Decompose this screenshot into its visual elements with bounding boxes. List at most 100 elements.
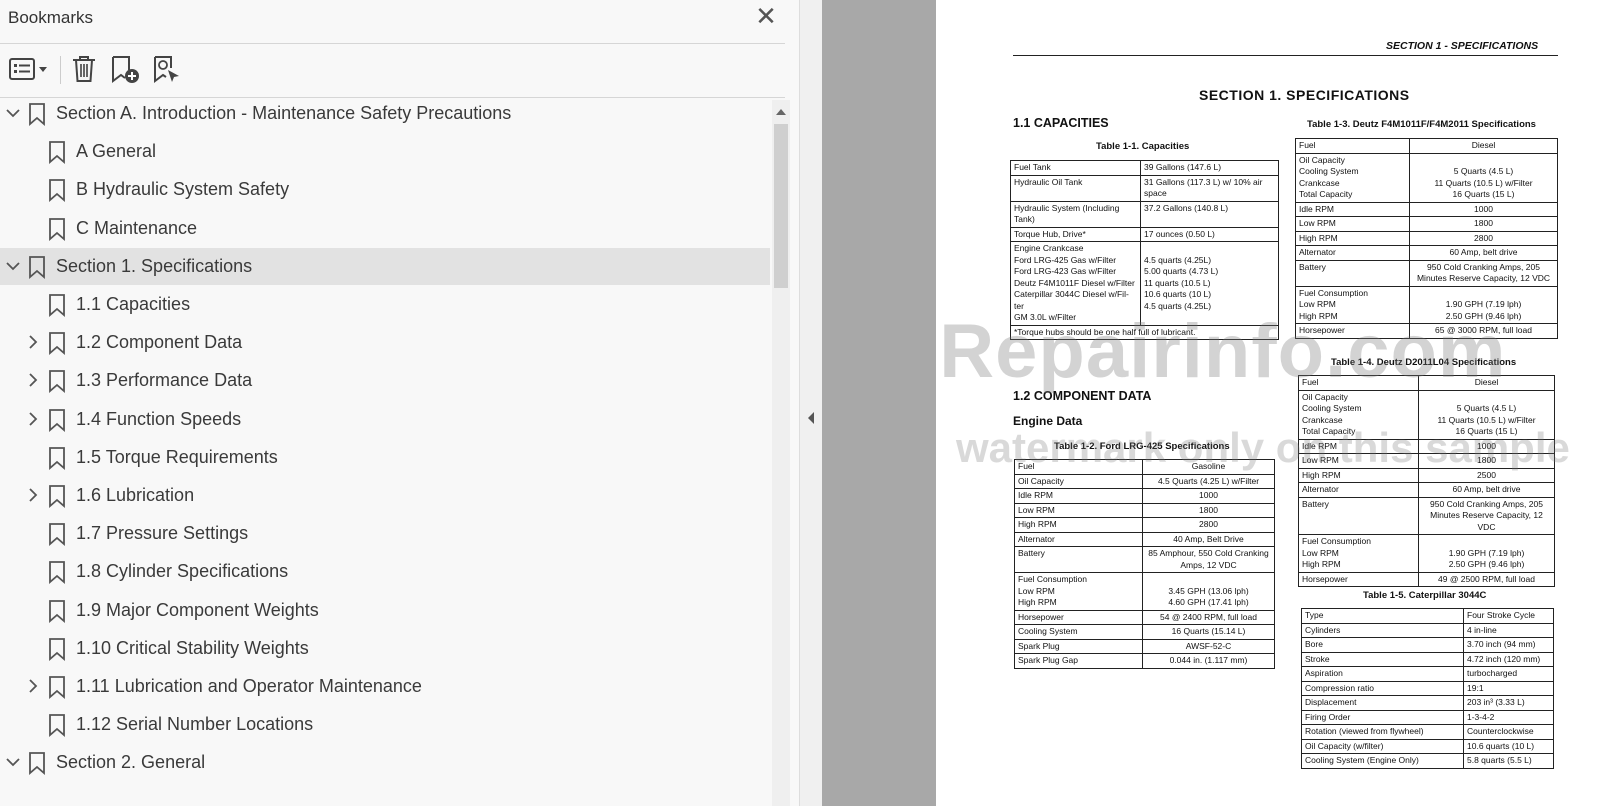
bookmark-item[interactable]: 1.5 Torque Requirements — [0, 439, 770, 476]
table-cell: 2800 — [1142, 517, 1275, 533]
table-cell: 950 Cold Cranking Amps, 205 Minutes Rese… — [1418, 496, 1555, 535]
bookmark-item[interactable]: 1.11 Lubrication and Operator Maintenanc… — [0, 668, 770, 705]
find-current-bookmark-icon[interactable] — [152, 54, 182, 84]
bookmark-item[interactable]: 1.2 Component Data — [0, 324, 770, 361]
table-row: Alternator 60 Amp, belt drive — [1298, 482, 1555, 498]
table-cell: Type — [1301, 608, 1464, 624]
table-cell: Oil Capacity — [1014, 473, 1143, 489]
table-cell: Fuel Tank — [1010, 160, 1141, 176]
heading-component-data: 1.2 COMPONENT DATA — [1013, 389, 1152, 403]
capacities-table: Fuel Tank 39 Gallons (147.6 L) Hydraulic O… — [1010, 160, 1279, 340]
table-cell: Alternator — [1014, 531, 1143, 547]
bookmark-item[interactable]: 1.9 Major Component Weights — [0, 592, 770, 629]
table-row: High RPM 2500 — [1298, 467, 1555, 483]
bookmark-label: Section A. Introduction - Maintenance Sa… — [56, 103, 512, 123]
bookmark-icon — [28, 255, 46, 279]
bookmark-icon — [48, 713, 66, 738]
table-cell: 1000 — [1418, 438, 1555, 454]
chevron-right-icon[interactable] — [24, 485, 42, 505]
table-cell: High RPM — [1295, 230, 1410, 246]
bookmark-item[interactable]: Section 2. General — [0, 744, 770, 781]
bookmark-icon — [48, 331, 66, 356]
table-row: Fuel Consumption Low RPM High RPM 3.45 G… — [1014, 572, 1275, 611]
table-row: High RPM 2800 — [1295, 230, 1558, 246]
table-row: Low RPM 1800 — [1298, 453, 1555, 469]
bookmark-item[interactable]: C Maintenance — [0, 210, 770, 247]
new-bookmark-icon[interactable] — [110, 54, 142, 84]
chevron-right-icon[interactable] — [24, 409, 42, 429]
bookmark-item[interactable]: 1.12 Serial Number Locations — [0, 706, 770, 743]
bookmark-item[interactable]: B Hydraulic System Safety — [0, 171, 770, 208]
bookmark-label: 1.7 Pressure Settings — [76, 523, 249, 544]
table-cell: 5.8 quarts (5.5 L) — [1463, 753, 1554, 769]
chevron-right-icon[interactable] — [24, 676, 42, 696]
bookmark-item[interactable]: A General — [0, 133, 770, 170]
table-row: Low RPM 1800 — [1295, 216, 1558, 232]
table-cell: Spark Plug Gap — [1014, 653, 1143, 669]
table-row: Oil Capacity (w/filter) 10.6 quarts (10 L… — [1301, 738, 1554, 754]
table-cell: 203 in³ (3.33 L) — [1463, 695, 1554, 711]
chevron-right-icon[interactable] — [24, 332, 42, 352]
table-cell: Fuel Consumption Low RPM High RPM — [1014, 572, 1143, 611]
bookmark-item[interactable]: 1.8 Cylinder Specifications — [0, 553, 770, 590]
table-cell: Alternator — [1295, 245, 1410, 261]
chevron-right-icon[interactable] — [24, 370, 42, 390]
table-cell: Torque Hub, Drive* — [1010, 226, 1141, 242]
table-cell: 3.70 inch (94 mm) — [1463, 637, 1554, 653]
bookmark-item[interactable]: 1.1 Capacities — [0, 286, 770, 323]
bookmark-label: 1.11 Lubrication and Operator Maintenanc… — [76, 676, 422, 696]
table-cell: AWSF-52-C — [1142, 638, 1275, 654]
table-cell: Cooling System — [1014, 624, 1143, 640]
table-cell: Idle RPM — [1014, 488, 1143, 504]
bookmark-label: 1.2 Component Data — [76, 332, 243, 353]
table-cell: Battery — [1295, 259, 1410, 287]
chevron-down-icon[interactable] — [4, 256, 22, 276]
chevron-down-icon[interactable] — [4, 752, 22, 772]
table-cell: 40 Amp, Belt Drive — [1142, 531, 1275, 547]
table-cell: Cooling System (Engine Only) — [1301, 753, 1464, 769]
bookmark-options-icon[interactable] — [8, 54, 52, 84]
table-row: Torque Hub, Drive* 17 ounces (0.50 L) — [1010, 226, 1279, 242]
table-row: Spark Plug AWSF-52-C — [1014, 638, 1275, 654]
table-row: Hydraulic System (Including Tank) 37.2 Ga… — [1010, 200, 1279, 228]
bookmark-item[interactable]: 1.3 Performance Data — [0, 362, 770, 399]
table-cell: Horsepower — [1014, 609, 1143, 625]
bookmark-label: 1.9 Major Component Weights — [76, 599, 319, 620]
scrollbar[interactable] — [772, 100, 790, 806]
table-row: *Torque hubs should be one half full of … — [1010, 324, 1279, 340]
table-row: Fuel Tank 39 Gallons (147.6 L) — [1010, 160, 1279, 176]
bookmark-item[interactable]: 1.10 Critical Stability Weights — [0, 630, 770, 667]
table-cell: Horsepower — [1295, 323, 1410, 339]
table-cell: 17 ounces (0.50 L) — [1140, 226, 1279, 242]
table-row: Fuel Gasoline — [1014, 459, 1275, 475]
table-row: Fuel Diesel — [1295, 138, 1558, 154]
bookmark-item[interactable]: 1.6 Lubrication — [0, 477, 770, 514]
table-caption: Table 1-4. Deutz D2011L04 Specifications — [1331, 357, 1517, 368]
chevron-down-icon[interactable] — [4, 103, 22, 123]
heading-engine-data: Engine Data — [1013, 414, 1083, 428]
scrollbar-thumb[interactable] — [774, 124, 788, 288]
table-footnote: *Torque hubs should be one half full of … — [1010, 324, 1279, 340]
table-cell: Gasoline — [1142, 459, 1275, 475]
close-icon[interactable]: ✕ — [752, 2, 780, 30]
bookmark-icon — [48, 140, 66, 165]
bookmark-icon — [48, 522, 66, 547]
collapse-panel-icon[interactable] — [805, 410, 817, 426]
bookmarks-panel: Bookmarks ✕ Section A. Introduction - Ma… — [0, 0, 800, 806]
trash-icon[interactable] — [70, 54, 98, 84]
table-cell: 2500 — [1418, 467, 1555, 483]
panel-splitter[interactable] — [800, 0, 822, 806]
deutz-f4m-specs-table: Fuel Diesel Oil Capacity Cooling System Cr… — [1295, 138, 1558, 339]
scroll-up-arrow-icon[interactable] — [772, 104, 790, 120]
bookmark-item[interactable]: Section A. Introduction - Maintenance Sa… — [0, 95, 770, 132]
toolbar-separator — [60, 56, 61, 84]
table-row: Cooling System 16 Quarts (15.14 L) — [1014, 624, 1275, 640]
table-cell: 31 Gallons (117.3 L) w/ 10% air space — [1140, 174, 1279, 202]
bookmark-label: 1.1 Capacities — [76, 294, 191, 314]
divider — [0, 43, 785, 44]
bookmark-item[interactable]: 1.4 Function Speeds — [0, 401, 770, 438]
bookmark-item[interactable]: Section 1. Specifications — [0, 247, 770, 285]
bookmark-item[interactable]: 1.7 Pressure Settings — [0, 515, 770, 552]
table-cell: Fuel — [1295, 138, 1410, 154]
table-cell: Oil Capacity (w/filter) — [1301, 738, 1464, 754]
